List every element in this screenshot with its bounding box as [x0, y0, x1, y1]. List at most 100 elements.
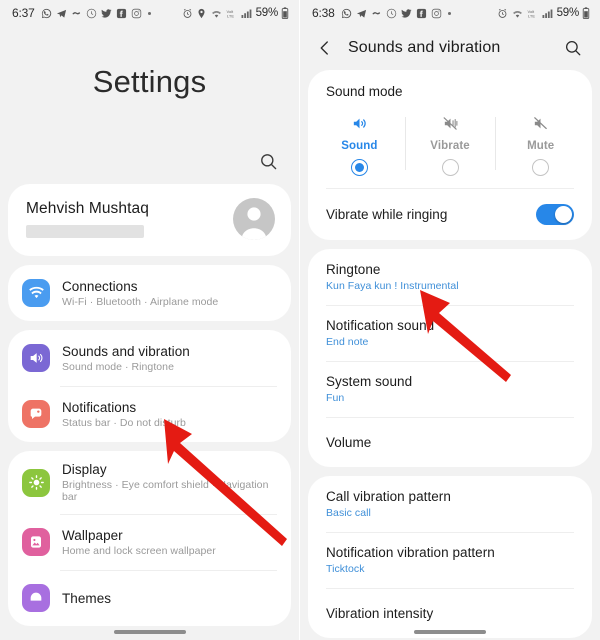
signal-icon [542, 8, 554, 19]
vibrate-while-ringing-row[interactable]: Vibrate while ringing [308, 188, 592, 240]
status-time: 6:37 [12, 6, 35, 20]
status-bar-right-icons: Volt LTE 59% [182, 7, 289, 19]
sound-mode-radio-sound[interactable] [350, 159, 368, 176]
app-bar: Sounds and vibration [300, 26, 600, 70]
sound-mode-option-sound[interactable]: Sound [314, 107, 405, 180]
twitter-icon [401, 8, 412, 19]
wifi-icon [210, 8, 223, 19]
status-time: 6:38 [312, 6, 335, 20]
alarm-icon [182, 8, 193, 19]
row-title: System sound [326, 374, 413, 389]
item-text: Display Brightness · Eye comfort shield … [62, 462, 275, 503]
system-sound-row[interactable]: System sound Fun [308, 361, 592, 417]
page-title: Settings [92, 64, 207, 99]
home-indicator [113, 630, 186, 634]
row-subtitle: Ticktock [326, 563, 365, 575]
sounds-and-vibration-screen: 6:38 Volt LTE 59% Sounds and vibration S… [300, 0, 600, 640]
vibrate-icon [442, 113, 459, 133]
sidebar-item-wallpaper[interactable]: Wallpaper Home and lock screen wallpaper [8, 514, 291, 570]
row-title: Call vibration pattern [326, 489, 451, 504]
chevron-left-icon[interactable] [312, 35, 338, 61]
wallpaper-icon-bg [22, 528, 50, 556]
home-indicator [414, 630, 486, 634]
search-icon[interactable] [255, 148, 281, 174]
row-title: Vibration intensity [326, 605, 434, 621]
item-title: Wallpaper [62, 527, 123, 543]
sound-settings-card: Ringtone Kun Faya kun ! Instrumental Not… [308, 249, 592, 467]
call-vibration-pattern-row[interactable]: Call vibration pattern Basic call [308, 476, 592, 532]
profile-card[interactable]: Mehvish Mushtaq [8, 184, 291, 256]
location-icon [196, 8, 207, 19]
row-subtitle: Basic call [326, 507, 371, 519]
sound-mode-radio-mute[interactable] [532, 159, 550, 176]
sounds-notifications-card: Sounds and vibration Sound mode · Ringto… [8, 330, 291, 442]
connections-card: Connections Wi-Fi · Bluetooth · Airplane… [8, 265, 291, 321]
brightness-icon [28, 475, 44, 490]
sound-mode-options: Sound Vibrate Mute [308, 101, 592, 188]
facebook-icon [116, 8, 127, 19]
item-text: Wallpaper Home and lock screen wallpaper [62, 528, 216, 557]
settings-header: Settings [0, 26, 299, 138]
facebook-icon [416, 8, 427, 19]
person-avatar-icon [241, 207, 267, 240]
item-title: Sounds and vibration [62, 343, 190, 359]
sound-mode-option-vibrate[interactable]: Vibrate [404, 107, 496, 180]
sound-mode-label: Sound mode [326, 84, 403, 99]
profile-row[interactable]: Mehvish Mushtaq [8, 184, 291, 256]
dual-screenshot: 6:37 Volt LTE 59% Settings Mehvish Musht… [0, 0, 600, 640]
settings-screen: 6:37 Volt LTE 59% Settings Mehvish Musht… [0, 0, 300, 640]
item-title: Themes [62, 590, 112, 606]
sidebar-item-notifications[interactable]: Notifications Status bar · Do not distur… [8, 386, 291, 442]
volume-on-icon [351, 113, 368, 133]
hike-icon [371, 8, 382, 19]
twitter-icon [101, 8, 112, 19]
item-subtitle: Brightness · Eye comfort shield · Naviga… [62, 479, 269, 503]
sound-mode-radio-vibrate[interactable] [441, 159, 459, 176]
item-subtitle: Sound mode · Ringtone [62, 360, 174, 373]
whatsapp-icon [341, 8, 352, 19]
volume-row[interactable]: Volume [308, 417, 592, 467]
clock-app-icon [386, 8, 397, 19]
svg-text:LTE: LTE [528, 13, 535, 18]
telegram-icon [56, 8, 67, 19]
sound-mode-option-label: Vibrate [430, 140, 470, 152]
notification-vibration-pattern-row[interactable]: Notification vibration pattern Ticktock [308, 532, 592, 588]
sidebar-item-connections[interactable]: Connections Wi-Fi · Bluetooth · Airplane… [8, 265, 291, 321]
vibration-settings-card: Call vibration pattern Basic call Notifi… [308, 476, 592, 638]
image-icon [31, 536, 41, 548]
radio-dot [354, 163, 364, 172]
ringtone-row[interactable]: Ringtone Kun Faya kun ! Instrumental [308, 249, 592, 305]
search-icon[interactable] [560, 35, 586, 61]
display-card: Display Brightness · Eye comfort shield … [8, 451, 291, 626]
speaker-icon [30, 353, 43, 363]
sidebar-item-themes[interactable]: Themes [8, 570, 291, 626]
avatar[interactable] [233, 198, 275, 240]
row-subtitle: Fun [326, 392, 345, 404]
item-text: Themes [62, 591, 111, 606]
toggle-knob [555, 205, 572, 223]
item-subtitle: Status bar · Do not disturb [62, 416, 186, 429]
themes-icon [30, 592, 42, 601]
vibrate-while-ringing-toggle[interactable] [536, 203, 574, 225]
status-bar-right-icons: Volt LTE 59% [497, 7, 590, 19]
battery-percent: 59% [255, 7, 279, 19]
item-subtitle: Wi-Fi · Bluetooth · Airplane mode [62, 295, 219, 308]
row-title: Notification sound [326, 318, 435, 333]
sidebar-item-display[interactable]: Display Brightness · Eye comfort shield … [8, 451, 291, 514]
item-title: Display [62, 462, 107, 477]
item-subtitle: Home and lock screen wallpaper [62, 544, 216, 557]
signal-icon [241, 8, 253, 19]
instagram-icon [131, 8, 142, 19]
telegram-icon [356, 8, 367, 19]
volume-mute-icon [532, 113, 549, 133]
notification-sound-row[interactable]: Notification sound End note [308, 305, 592, 361]
row-title: Notification vibration pattern [326, 545, 495, 560]
volte-icon: Volt LTE [527, 8, 539, 19]
wifi-icon [511, 8, 524, 19]
display-icon-bg [22, 468, 50, 497]
battery-icon [582, 7, 590, 19]
more-dot-icon [447, 11, 451, 15]
sound-mode-option-mute[interactable]: Mute [495, 107, 586, 180]
sidebar-item-sounds-and-vibration[interactable]: Sounds and vibration Sound mode · Ringto… [8, 330, 291, 386]
wifi-icon [28, 286, 44, 298]
